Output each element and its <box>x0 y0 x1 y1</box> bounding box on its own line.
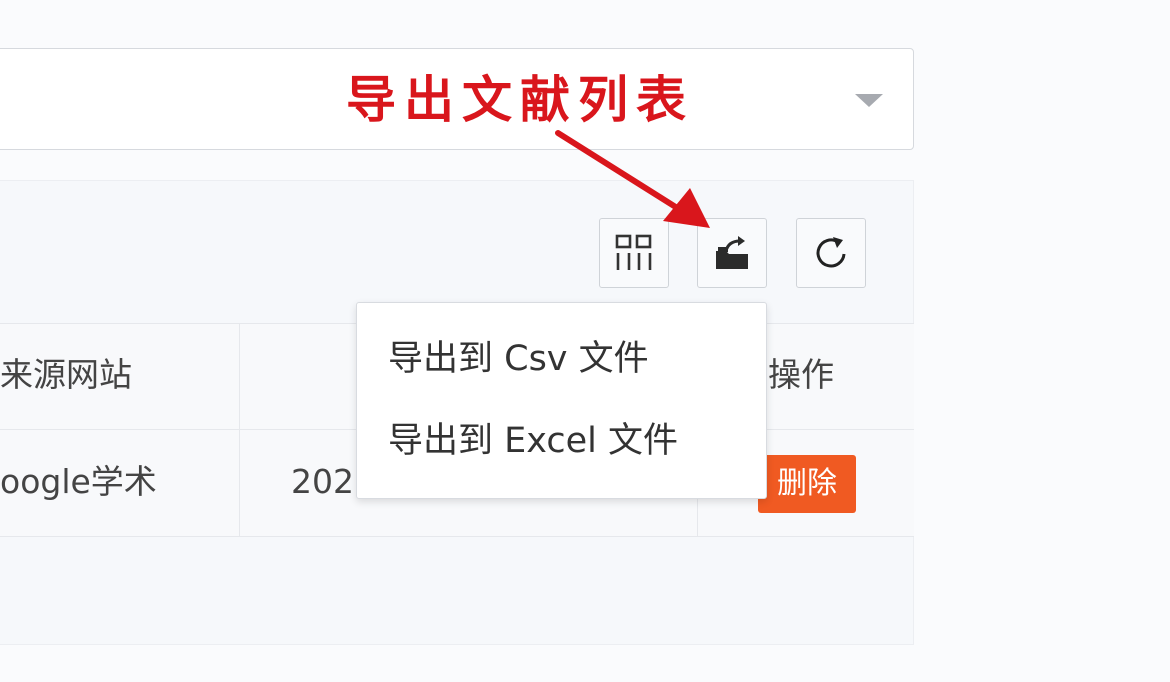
cell-year: 202 <box>291 462 354 501</box>
annotation-arrow-icon <box>555 130 710 228</box>
header-source-site: 来源网站 <box>0 355 132 394</box>
delete-button[interactable]: 删除 <box>758 455 856 513</box>
refresh-button[interactable] <box>796 218 866 288</box>
cell-source-site: oogle学术 <box>0 462 157 501</box>
caret-down-icon[interactable] <box>855 94 883 107</box>
header-actions: 操作 <box>768 355 834 394</box>
export-excel-menu-item[interactable]: 导出到 Excel 文件 <box>388 419 678 463</box>
export-menu: 导出到 Csv 文件 导出到 Excel 文件 <box>356 302 767 499</box>
export-csv-menu-item[interactable]: 导出到 Csv 文件 <box>388 337 649 381</box>
refresh-icon <box>816 237 846 268</box>
column-divider <box>239 323 240 537</box>
annotation-label: 导出文献列表 <box>346 70 694 129</box>
screen: 来源网站 操作 oogle学术 202 删除 导出到 Csv 文件 导出到 Ex… <box>0 0 1170 682</box>
table-divider <box>0 536 914 537</box>
